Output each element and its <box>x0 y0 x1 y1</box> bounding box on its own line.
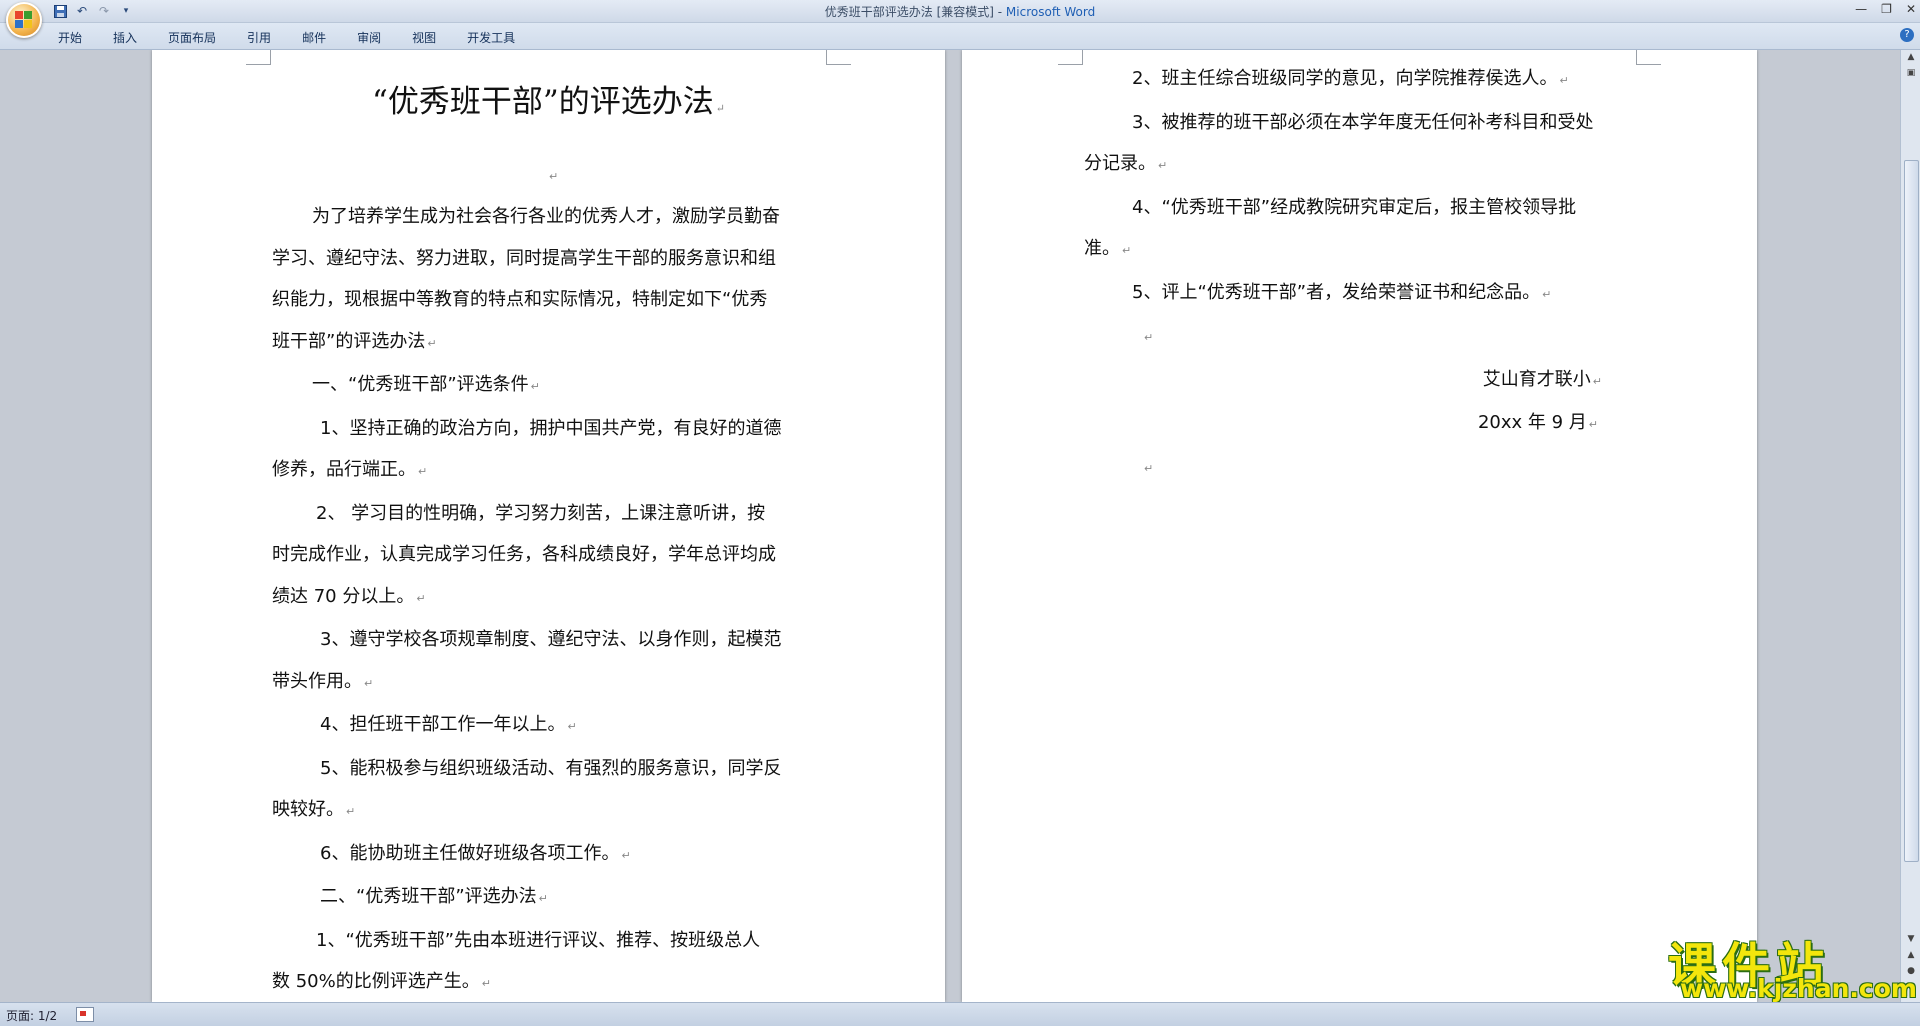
empty-paragraph: ↵ <box>1144 461 1154 475</box>
text-line: 时完成作业，认真完成学习任务，各科成绩良好，学年总评均成 <box>272 544 776 565</box>
text-line: 分记录。 ↵ <box>1084 153 1168 174</box>
text-line: 班干部”的评选办法 ↵ <box>272 330 437 352</box>
document-heading: “优秀班干部”的评选办法 ↵ <box>152 76 945 121</box>
body-text: 为了培养学生成为社会各行各业的优秀人才，激励学员勤奋 学习、遵纪守法、努力进取，… <box>272 196 828 1002</box>
window-title: 优秀班干部评选办法 [兼容模式] - Microsoft Word <box>0 3 1920 20</box>
tab-page-layout[interactable]: 页面布局 <box>168 23 216 46</box>
text-line: 映较好。 ↵ <box>272 799 356 820</box>
text-line: 织能力，现根据中等教育的特点和实际情况，特制定如下“优秀 <box>272 289 768 310</box>
window-controls: — ❐ ✕ <box>1855 2 1916 16</box>
text-line: 带头作用。 ↵ <box>272 670 374 692</box>
text-line: 4、“优秀班干部”经成教院研究审定后，报主管校领导批 <box>1132 196 1577 218</box>
text-line: 3、被推荐的班干部必须在本学年度无任何补考科目和受处 <box>1132 111 1594 133</box>
tab-references[interactable]: 引用 <box>247 23 271 46</box>
signature: 艾山育才联小 ↵ <box>1482 368 1602 390</box>
empty-paragraph: ↵ <box>547 154 558 198</box>
previous-page-icon[interactable]: ▲ <box>1904 950 1918 964</box>
text-line: 5、评上“优秀班干部”者，发给荣誉证书和纪念品。 ↵ <box>1132 281 1552 303</box>
page-1[interactable]: “优秀班干部”的评选办法 ↵ ↵ 为了培养学生成为社会各行各业的优秀人才，激励学员… <box>152 50 945 1002</box>
watermark: 课件站 www.kjzhan.com <box>1668 926 1917 1003</box>
document-area: “优秀班干部”的评选办法 ↵ ↵ 为了培养学生成为社会各行各业的优秀人才，激励学员… <box>0 50 1900 1002</box>
tab-view[interactable]: 视图 <box>412 23 436 46</box>
text-line: 3、遵守学校各项规章制度、遵纪守法、以身作则，起模范 <box>320 629 782 650</box>
paragraph-mark: ↵ <box>549 170 559 183</box>
body-text: 2、班主任综合班级同学的意见，向学院推荐侯选人。 ↵ 3、被推荐的班干部必须在本学… <box>1084 58 1640 489</box>
text-line: 绩达 70 分以上。 ↵ <box>272 585 426 607</box>
restore-button[interactable]: ❐ <box>1881 2 1892 16</box>
date-line: 20xx 年 9 月 ↵ <box>1477 412 1598 433</box>
ribbon-tabs: 开始 插入 页面布局 引用 邮件 审阅 视图 开发工具 ? <box>0 23 1920 50</box>
section-heading: 一、“优秀班干部”评选条件 ↵ <box>312 374 540 395</box>
section-heading: 二、“优秀班干部”评选办法 ↵ <box>320 886 548 907</box>
tab-review[interactable]: 审阅 <box>357 23 381 46</box>
scrollbar-thumb[interactable] <box>1904 160 1919 862</box>
margin-corner <box>246 50 271 65</box>
title-bar: ↶ ↷ ▾ 优秀班干部评选办法 [兼容模式] - Microsoft Word … <box>0 0 1920 23</box>
page-2[interactable]: 2、班主任综合班级同学的意见，向学院推荐侯选人。 ↵ 3、被推荐的班干部必须在本学… <box>962 50 1757 1002</box>
tab-home[interactable]: 开始 <box>58 23 82 46</box>
text-line: 准。 ↵ <box>1084 238 1132 259</box>
help-icon[interactable]: ? <box>1900 28 1914 42</box>
text-line: 为了培养学生成为社会各行各业的优秀人才，激励学员勤奋 <box>312 206 780 227</box>
tab-developer[interactable]: 开发工具 <box>467 23 515 46</box>
text-line: 修养，品行端正。 ↵ <box>272 459 428 480</box>
minimize-button[interactable]: — <box>1855 2 1867 16</box>
text-line: 1、“优秀班干部”先由本班进行评议、推荐、按班级总人 <box>316 929 761 951</box>
watermark-url: www.kjzhan.com <box>1680 974 1917 1003</box>
text-line: 4、担任班干部工作一年以上。 ↵ <box>320 714 577 735</box>
document-title: 优秀班干部评选办法 [兼容模式] - <box>824 5 1006 19</box>
scroll-up-icon[interactable]: ▲ <box>1904 52 1918 66</box>
office-logo-icon <box>15 11 33 29</box>
page-count[interactable]: 页面: 1/2 <box>6 1007 57 1024</box>
app-name: Microsoft Word <box>1005 5 1096 19</box>
status-bar: 页面: 1/2 <box>0 1002 1920 1026</box>
heading-text: “优秀班干部”的评选办法 <box>372 84 714 120</box>
ruler-toggle-icon[interactable]: ▣ <box>1904 68 1918 82</box>
vertical-scrollbar[interactable]: ▲ ▣ ▼ ▲ ● ▼ <box>1900 50 1920 1002</box>
text-line: 1、坚持正确的政治方向，拥护中国共产党，有良好的道德 <box>320 417 782 439</box>
scroll-down-icon[interactable]: ▼ <box>1904 934 1918 948</box>
text-line: 2、 学习目的性明确，学习努力刻苦，上课注意听讲，按 <box>316 502 766 524</box>
text-line: 数 50%的比例评选产生。 ↵ <box>272 971 491 992</box>
text-line: 学习、遵纪守法、努力进取，同时提高学生干部的服务意识和组 <box>272 247 776 269</box>
text-line: 6、能协助班主任做好班级各项工作。 ↵ <box>320 842 631 864</box>
margin-corner <box>1058 50 1083 65</box>
empty-paragraph: ↵ <box>1144 331 1154 344</box>
close-button[interactable]: ✕ <box>1906 2 1916 16</box>
paragraph-mark: ↵ <box>715 102 725 115</box>
tab-insert[interactable]: 插入 <box>113 23 137 46</box>
tab-mailings[interactable]: 邮件 <box>302 23 326 46</box>
office-button[interactable] <box>6 2 42 38</box>
text-line: 5、能积极参与组织班级活动、有强烈的服务意识，同学反 <box>320 757 782 779</box>
macro-record-icon[interactable] <box>76 1007 94 1022</box>
text-line: 2、班主任综合班级同学的意见，向学院推荐侯选人。 ↵ <box>1132 68 1569 89</box>
margin-corner <box>826 50 851 65</box>
